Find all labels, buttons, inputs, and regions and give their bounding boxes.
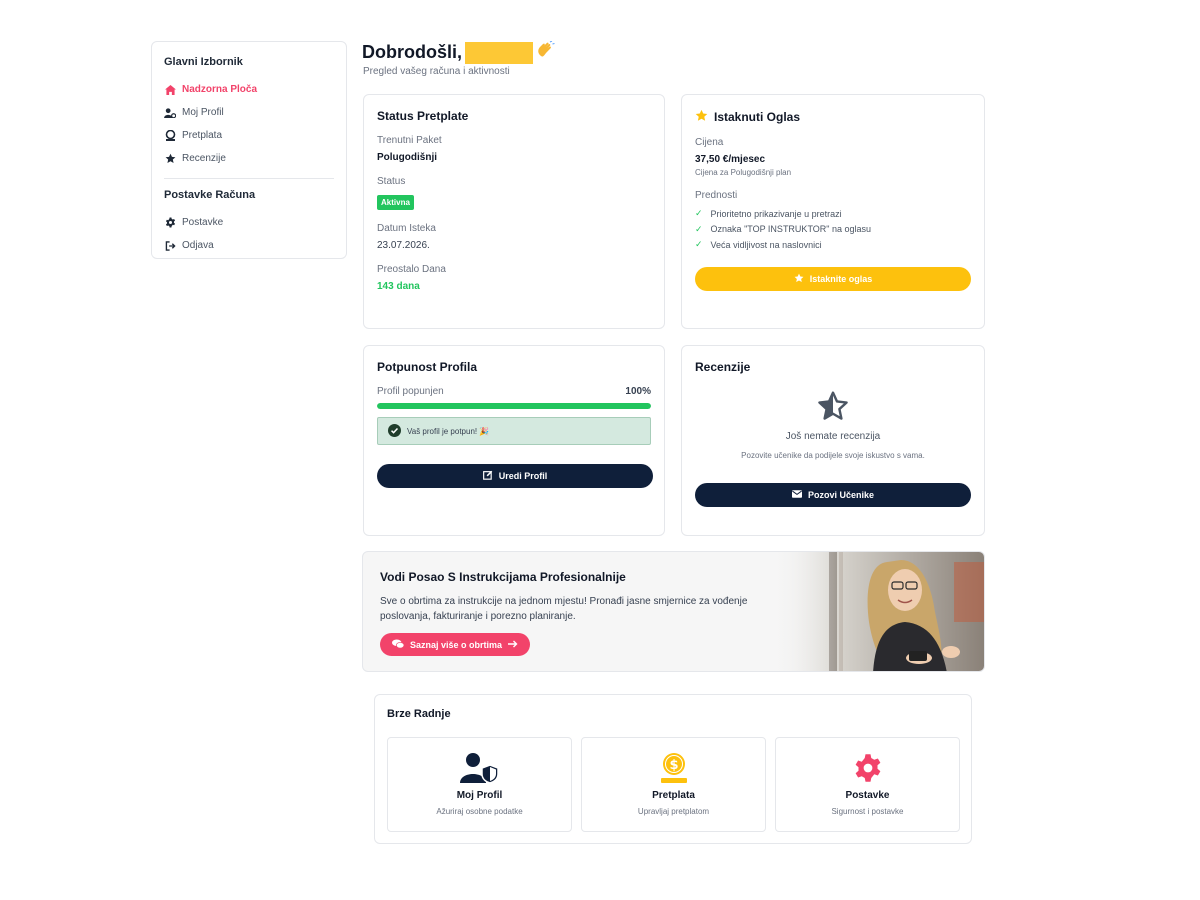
sidebar-item-profile[interactable]: Moj Profil — [164, 101, 334, 124]
sidebar-main-heading: Glavni Izbornik — [164, 56, 243, 68]
empty-star-icon — [695, 390, 971, 422]
card-title: Istaknuti Oglas — [695, 109, 971, 125]
button-label: Saznaj više o obrtima — [409, 639, 503, 650]
learn-more-button[interactable]: Saznaj više o obrtima — [380, 633, 530, 656]
empty-title: Još nemate recenzija — [785, 431, 881, 442]
page-subtitle: Pregled vašeg računa i aktivnosti — [363, 66, 510, 77]
card-title: Recenzije — [695, 360, 751, 374]
profile-complete-alert: Vaš profil je potpun! 🎉 — [377, 417, 651, 445]
star-icon — [695, 109, 708, 125]
profile-completeness-card: Potpunost Profila Profil popunjen 100% V… — [363, 345, 665, 536]
svg-text:$: $ — [669, 758, 678, 773]
quick-action-settings[interactable]: Postavke Sigurnost i postavke — [775, 737, 960, 832]
quick-action-title: Moj Profil — [456, 790, 503, 801]
progress-bar — [377, 403, 651, 409]
check-circle-icon — [388, 423, 401, 439]
user-gear-icon — [164, 107, 176, 118]
quick-action-desc: Ažuriraj osobne podatke — [436, 807, 523, 816]
benefits-label: Prednosti — [695, 190, 738, 201]
check-icon: ✓ — [695, 223, 703, 234]
sidebar-item-subscription[interactable]: Pretplata — [164, 124, 334, 147]
coin-hand-icon: $ — [658, 752, 690, 784]
arrow-right-icon — [508, 640, 518, 650]
quick-action-desc: Sigurnost i postavke — [831, 807, 904, 816]
invite-students-button[interactable]: Pozovi Učenike — [695, 483, 971, 507]
star-icon — [164, 153, 176, 164]
sidebar-item-settings[interactable]: Postavke — [164, 211, 334, 234]
card-title-text: Istaknuti Oglas — [714, 110, 801, 124]
quick-action-title: Postavke — [845, 790, 890, 801]
promo-banner: Vodi Posao S Instrukcijama Profesionalni… — [362, 551, 985, 672]
subscription-card: Status Pretplate Trenutni Paket Polugodi… — [363, 94, 665, 329]
package-label: Trenutni Paket — [377, 135, 442, 146]
price-label: Cijena — [695, 137, 724, 148]
featured-listing-card: Istaknuti Oglas Cijena 37,50 €/mjesec Ci… — [681, 94, 985, 329]
check-icon: ✓ — [695, 239, 703, 250]
sidebar-divider — [164, 178, 334, 179]
quick-action-desc: Upravljaj pretplatom — [637, 807, 710, 816]
edit-profile-button[interactable]: Uredi Profil — [377, 464, 653, 488]
sidebar-account-heading: Postavke Računa — [164, 189, 256, 201]
sidebar-item-label: Moj Profil — [182, 107, 224, 118]
button-label: Istaknite oglas — [809, 274, 873, 284]
remaining-label: Preostalo Dana — [377, 264, 446, 275]
card-title: Potpunost Profila — [377, 360, 477, 374]
progress-percent: 100% — [625, 386, 651, 397]
status-badge: Aktivna — [377, 195, 414, 210]
user-shield-icon — [459, 752, 500, 784]
page-title: Dobrodošli, — [362, 40, 555, 64]
alert-text: Vaš profil je potpun! 🎉 — [407, 426, 490, 436]
star-icon — [794, 273, 804, 285]
remaining-value: 143 dana — [377, 281, 420, 292]
logout-icon — [164, 240, 176, 251]
envelope-icon — [791, 490, 802, 500]
progress-fill — [377, 403, 651, 409]
sidebar-item-label: Postavke — [182, 217, 224, 228]
quick-action-subscription[interactable]: $ Pretplata Upravljaj pretplatom — [581, 737, 766, 832]
sidebar-item-reviews[interactable]: Recenzije — [164, 147, 334, 170]
benefit-item: ✓ Prioritetno prikazivanje u pretrazi — [695, 208, 842, 219]
expiry-value: 23.07.2026. — [377, 240, 430, 251]
quick-action-title: Pretplata — [652, 790, 695, 801]
sidebar-item-label: Pretplata — [182, 130, 223, 141]
sidebar: Glavni Izbornik Nadzorna Ploča Moj Profi… — [151, 41, 347, 259]
banner-description: Sve o obrtima za instrukcije na jednom m… — [380, 596, 748, 622]
quick-actions-title: Brze Radnje — [387, 708, 451, 720]
empty-desc: Pozovite učenike da podijele svoje iskus… — [741, 451, 925, 460]
sidebar-item-dashboard[interactable]: Nadzorna Ploča — [164, 78, 334, 101]
quick-action-profile[interactable]: Moj Profil Ažuriraj osobne podatke — [387, 737, 572, 832]
gear-icon — [164, 217, 176, 228]
benefit-item: ✓ Veća vidljivost na naslovnici — [695, 239, 822, 250]
status-label: Status — [377, 176, 406, 187]
benefits-list: ✓ Prioritetno prikazivanje u pretrazi ✓ Oz… — [695, 206, 971, 253]
card-title: Status Pretplate — [377, 109, 469, 123]
feature-listing-button[interactable]: Istaknite oglas — [695, 267, 971, 291]
gear-icon — [853, 752, 883, 784]
banner-title: Vodi Posao S Instrukcijama Profesionalni… — [380, 570, 626, 584]
price-note: Cijena za Polugodišnji plan — [695, 168, 792, 177]
redacted-username — [465, 41, 533, 64]
progress-label: Profil popunjen — [377, 386, 444, 397]
reviews-card: Recenzije Još nemate recenzija Pozovite … — [681, 345, 985, 536]
button-label: Uredi Profil — [498, 471, 548, 481]
sidebar-item-label: Odjava — [182, 240, 214, 251]
subscription-icon — [164, 130, 176, 141]
sidebar-item-label: Recenzije — [182, 153, 226, 164]
comments-icon — [391, 638, 405, 651]
button-label: Pozovi Učenike — [807, 490, 875, 500]
expiry-label: Datum Isteka — [377, 223, 436, 234]
package-value: Polugodišnji — [377, 152, 437, 163]
greeting-text: Dobrodošli, — [362, 42, 462, 62]
benefit-item: ✓ Oznaka "TOP INSTRUKTOR" na oglasu — [695, 223, 871, 235]
wave-icon — [535, 40, 555, 64]
check-icon: ✓ — [695, 208, 703, 219]
edit-icon — [482, 470, 493, 482]
price-value: 37,50 €/mjesec — [695, 154, 766, 165]
home-icon — [164, 84, 176, 95]
sidebar-item-logout[interactable]: Odjava — [164, 234, 334, 257]
sidebar-item-label: Nadzorna Ploča — [182, 84, 258, 95]
banner-photo — [769, 552, 984, 671]
quick-actions-panel: Brze Radnje Moj Profil Ažuriraj osobne p… — [374, 694, 972, 844]
